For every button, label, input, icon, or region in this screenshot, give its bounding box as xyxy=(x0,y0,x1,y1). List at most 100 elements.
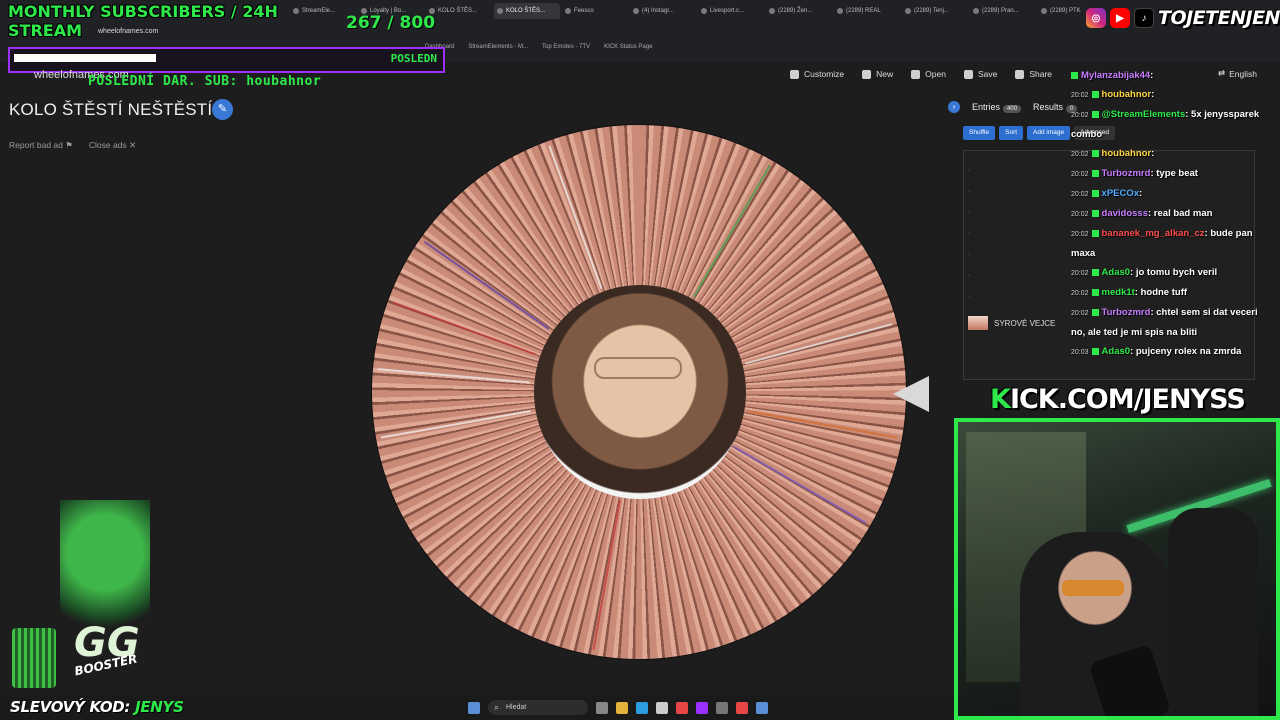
chat-username: davidosss xyxy=(1101,208,1148,219)
chrome-alt-icon[interactable] xyxy=(736,701,748,714)
subscriber-goal-title: MONTHLY SUBSCRIBERS / 24H STREAM xyxy=(8,2,278,40)
notepad-icon[interactable] xyxy=(756,701,768,714)
chat-text: : xyxy=(1139,188,1143,199)
tab-entries[interactable]: Entries 400 xyxy=(972,102,1022,113)
chat-badge-icon xyxy=(1091,110,1099,118)
edge-icon[interactable] xyxy=(636,701,648,714)
file-explorer-icon[interactable] xyxy=(616,701,628,714)
open-button[interactable]: Open xyxy=(911,66,946,82)
flag-icon: ⚑ xyxy=(65,140,73,150)
tab-favicon-icon xyxy=(633,8,639,14)
browser-tab[interactable]: (2289) Tenj... xyxy=(902,3,968,19)
close-ads-link[interactable]: Close ads ✕ xyxy=(89,140,136,151)
chat-message: 20:02 houbahnor: xyxy=(1071,144,1267,164)
report-ad-link[interactable]: Report bad ad ⚑ xyxy=(9,140,73,151)
bookmark-item[interactable]: StreamElements - M... xyxy=(468,44,528,56)
webcam-glasses xyxy=(1062,580,1124,596)
chat-time: 20:02 xyxy=(1071,92,1089,99)
bookmark-item[interactable]: KICK Status Page xyxy=(604,44,652,56)
chat-message: 20:02 medk1t: hodne tuff xyxy=(1071,283,1267,303)
entries-tabs: › Entries 400 Results 0 xyxy=(948,99,1078,115)
chat-username: xPECOx xyxy=(1101,188,1140,199)
browser-tab[interactable]: (4) Instagr... xyxy=(630,3,696,19)
sort-button[interactable]: Sort xyxy=(999,126,1024,140)
store-icon[interactable] xyxy=(656,701,668,714)
promo-code: SLEVOVÝ KOD: JENYS xyxy=(10,698,184,716)
taskbar-search[interactable]: Hledat xyxy=(488,700,588,715)
browser-tab[interactable]: (2289) REAL xyxy=(834,3,900,19)
tab-label: Livesport.c... xyxy=(710,8,745,14)
new-button[interactable]: New xyxy=(862,66,893,82)
browser-tab[interactable]: Feesco xyxy=(562,3,628,19)
tiktok-icon: ♪ xyxy=(1134,8,1154,28)
page-title: KOLO ŠTĚSTÍ NEŠTĚSTÍ xyxy=(9,100,213,119)
sponsor-graphic: GG BOOSTER xyxy=(12,500,170,690)
chat-text: : type beat xyxy=(1150,168,1198,179)
last-sub-label: POSLEDN xyxy=(390,52,437,65)
chrome-icon[interactable] xyxy=(676,701,688,714)
add-image-button[interactable]: Add image xyxy=(1027,126,1071,140)
browser-tab[interactable]: KOLO ŠTĚS... xyxy=(426,3,492,19)
wheel-segment-line xyxy=(747,410,898,439)
tab-favicon-icon xyxy=(497,8,503,14)
ad-links: Report bad ad ⚑ Close ads ✕ xyxy=(9,140,136,151)
tab-favicon-icon xyxy=(905,8,911,14)
chat-username: @StreamElements xyxy=(1101,109,1186,120)
customize-button[interactable]: Customize xyxy=(790,66,844,82)
share-icon xyxy=(1015,69,1025,79)
chat-time: 20:02 xyxy=(1071,310,1089,317)
youtube-icon: ▶ xyxy=(1110,8,1130,28)
kick-url: KICK.COM/JENYSS xyxy=(990,384,1246,415)
wheel-segment-line xyxy=(377,368,530,384)
chat-time: 20:02 xyxy=(1071,151,1089,158)
chat-text: : pujceny rolex na zmrda xyxy=(1130,346,1242,357)
tab-label: KOLO ŠTĚS... xyxy=(438,8,478,14)
entry-item[interactable]: SYROVÉ VEJCE xyxy=(968,316,1055,330)
task-view-icon[interactable] xyxy=(596,701,608,714)
obs-icon[interactable] xyxy=(716,701,728,714)
save-button[interactable]: Save xyxy=(963,66,998,82)
wheel[interactable] xyxy=(372,125,906,659)
chevron-right-icon[interactable]: › xyxy=(948,101,960,113)
entry-thumbnail xyxy=(968,316,988,330)
chat-badge-icon xyxy=(1071,71,1078,79)
shuffle-button[interactable]: Shuffle xyxy=(963,126,996,140)
tab-favicon-icon xyxy=(837,8,843,14)
entries-list-bullets: · · · · · · · xyxy=(968,167,971,300)
browser-tab[interactable]: (2289) Žen... xyxy=(766,3,832,19)
chat-badge-icon xyxy=(1091,288,1099,296)
wheel-segment-line xyxy=(423,240,550,330)
chat-text: : jo tomu bych veril xyxy=(1130,267,1218,278)
subscriber-goal-count: 267 / 800 xyxy=(346,13,436,33)
open-label: Open xyxy=(925,69,946,79)
chat-message: Mylanzabijak44: xyxy=(1071,66,1267,85)
tab-favicon-icon xyxy=(973,8,979,14)
chat-badge-icon xyxy=(1091,169,1099,177)
chat-username: Turbozmrd xyxy=(1101,307,1151,318)
browser-tab[interactable]: Livesport.c... xyxy=(698,3,764,19)
tab-label: KOLO ŠTĚS... xyxy=(506,8,546,14)
chat-text: : xyxy=(1151,148,1155,159)
chat-text: : chtel sem si dat veceri no, ale ted je… xyxy=(1071,307,1258,338)
save-icon xyxy=(963,69,973,79)
chat-text: : xyxy=(1150,70,1154,81)
chat-text: : hodne tuff xyxy=(1134,287,1188,298)
entry-label: SYROVÉ VEJCE xyxy=(994,318,1056,328)
tab-label: StreamEle... xyxy=(302,8,336,14)
chat-badge-icon xyxy=(1091,308,1099,316)
chat-message: 20:02 Adas0: jo tomu bych veril xyxy=(1071,263,1267,283)
wheel-segment-line xyxy=(693,164,771,298)
app-icon[interactable] xyxy=(696,701,708,714)
wheel-center-image[interactable] xyxy=(534,285,746,499)
windows-start-icon[interactable] xyxy=(468,701,480,714)
browser-tab[interactable]: (2289) Pran... xyxy=(970,3,1036,19)
save-label: Save xyxy=(977,69,998,79)
chat-badge-icon xyxy=(1091,268,1099,276)
bookmarks-bar: DashboardStreamElements - M...Top Emotes… xyxy=(425,44,652,56)
sponsor-cup xyxy=(12,628,56,688)
browser-tab[interactable]: KOLO ŠTĚS... xyxy=(494,3,560,19)
edit-title-button[interactable]: ✎ xyxy=(212,99,233,120)
bookmark-item[interactable]: Top Emotes - 7TV xyxy=(542,44,590,56)
chat-time: 20:02 xyxy=(1071,211,1089,218)
share-button[interactable]: Share xyxy=(1015,66,1052,82)
